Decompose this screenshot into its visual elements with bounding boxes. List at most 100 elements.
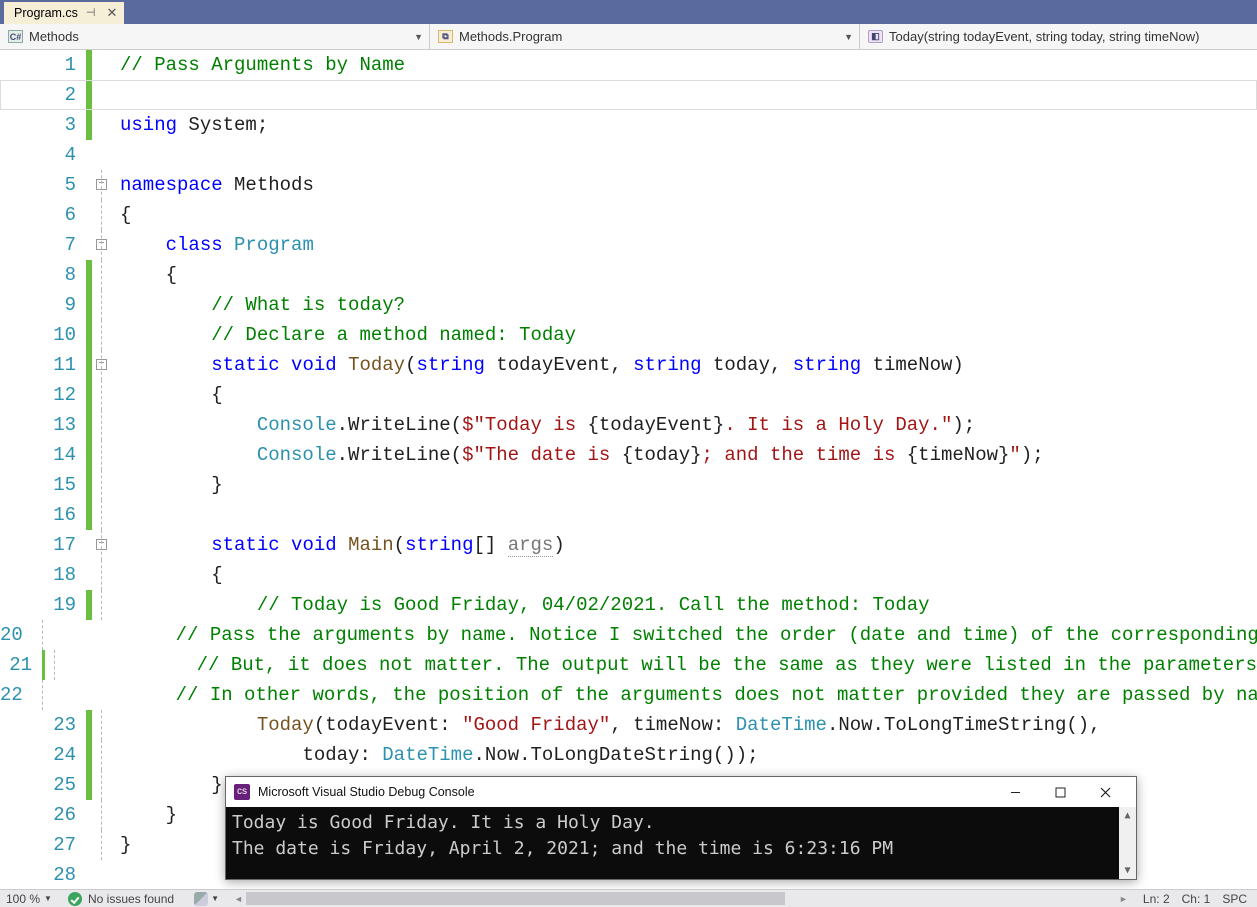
horizontal-scrollbar[interactable]: ◄ ► — [231, 891, 1131, 906]
console-vertical-scrollbar[interactable]: ▲ ▼ — [1119, 807, 1136, 879]
line-number: 2 — [0, 80, 86, 110]
line-number: 23 — [0, 710, 86, 740]
outline-margin — [92, 380, 114, 410]
outline-margin[interactable]: − — [92, 170, 114, 200]
code-line[interactable]: 5−namespace Methods — [0, 170, 1257, 200]
code-text[interactable]: } — [114, 470, 1257, 500]
outline-margin — [92, 770, 114, 800]
code-text[interactable]: Console.WriteLine($"Today is {todayEvent… — [114, 410, 1257, 440]
code-text[interactable]: class Program — [114, 230, 1257, 260]
scroll-right-arrow-icon[interactable]: ► — [1116, 894, 1131, 904]
insert-mode[interactable]: SPC — [1222, 892, 1247, 906]
code-text[interactable] — [114, 140, 1257, 170]
outline-margin — [92, 140, 114, 170]
outline-margin[interactable]: − — [92, 230, 114, 260]
code-line[interactable]: 21 // But, it does not matter. The outpu… — [0, 650, 1257, 680]
code-text[interactable]: static void Today(string todayEvent, str… — [114, 350, 1257, 380]
caret-char[interactable]: Ch: 1 — [1182, 892, 1211, 906]
code-line[interactable]: 1// Pass Arguments by Name — [0, 50, 1257, 80]
code-line[interactable]: 13 Console.WriteLine($"Today is {todayEv… — [0, 410, 1257, 440]
code-text[interactable]: Today(todayEvent: "Good Friday", timeNow… — [114, 710, 1257, 740]
error-list-summary[interactable]: No issues found — [58, 892, 184, 906]
code-line[interactable]: 2 — [0, 80, 1257, 110]
code-text[interactable]: // But, it does not matter. The output w… — [54, 650, 1257, 680]
scroll-up-arrow-icon[interactable]: ▲ — [1119, 807, 1136, 824]
scroll-left-arrow-icon[interactable]: ◄ — [231, 894, 246, 904]
pin-icon[interactable]: ⊣ — [86, 8, 96, 18]
code-text[interactable]: // Pass Arguments by Name — [114, 50, 1257, 80]
scroll-track[interactable] — [1119, 824, 1136, 862]
code-line[interactable]: 22 // In other words, the position of th… — [0, 680, 1257, 710]
line-number: 17 — [0, 530, 86, 560]
line-number: 27 — [0, 830, 86, 860]
code-text[interactable]: // Pass the arguments by name. Notice I … — [33, 620, 1257, 650]
nav-scope-dropdown[interactable]: C# Methods ▼ — [0, 24, 430, 49]
code-line[interactable]: 4 — [0, 140, 1257, 170]
code-text[interactable] — [114, 500, 1257, 530]
code-line[interactable]: 10 // Declare a method named: Today — [0, 320, 1257, 350]
line-number: 18 — [0, 560, 86, 590]
code-line[interactable]: 15 } — [0, 470, 1257, 500]
debug-console-titlebar[interactable]: cs Microsoft Visual Studio Debug Console — [226, 777, 1136, 807]
scrollbar-mode-dropdown[interactable]: ▼ — [184, 892, 229, 906]
nav-member-dropdown[interactable]: ◧ Today(string todayEvent, string today,… — [860, 24, 1257, 49]
code-line[interactable]: 17− static void Main(string[] args) — [0, 530, 1257, 560]
code-text[interactable]: Console.WriteLine($"The date is {today};… — [114, 440, 1257, 470]
nav-type-dropdown[interactable]: ⧉ Methods.Program ▼ — [430, 24, 860, 49]
code-line[interactable]: 3using System; — [0, 110, 1257, 140]
code-line[interactable]: 16 — [0, 500, 1257, 530]
code-line[interactable]: 7− class Program — [0, 230, 1257, 260]
code-text[interactable]: using System; — [114, 110, 1257, 140]
code-line[interactable]: 24 today: DateTime.Now.ToLongDateString(… — [0, 740, 1257, 770]
code-text[interactable]: static void Main(string[] args) — [114, 530, 1257, 560]
outline-margin[interactable]: − — [92, 530, 114, 560]
debug-console-output[interactable]: Today is Good Friday. It is a Holy Day. … — [226, 807, 1119, 879]
close-icon[interactable]: ✕ — [104, 5, 120, 21]
outline-margin — [92, 260, 114, 290]
code-text[interactable]: // Today is Good Friday, 04/02/2021. Cal… — [114, 590, 1257, 620]
code-text[interactable]: today: DateTime.Now.ToLongDateString()); — [114, 740, 1257, 770]
code-text[interactable]: // What is today? — [114, 290, 1257, 320]
navigation-bar: C# Methods ▼ ⧉ Methods.Program ▼ ◧ Today… — [0, 24, 1257, 50]
line-number: 9 — [0, 290, 86, 320]
code-text[interactable]: // In other words, the position of the a… — [33, 680, 1257, 710]
outline-margin — [92, 110, 114, 140]
scroll-down-arrow-icon[interactable]: ▼ — [1119, 862, 1136, 879]
code-text[interactable]: // Declare a method named: Today — [114, 320, 1257, 350]
code-line[interactable]: 18 { — [0, 560, 1257, 590]
debug-console-window[interactable]: cs Microsoft Visual Studio Debug Console… — [225, 776, 1137, 880]
line-number: 5 — [0, 170, 86, 200]
outline-margin[interactable]: − — [92, 350, 114, 380]
minimize-button[interactable] — [993, 778, 1038, 806]
maximize-button[interactable] — [1038, 778, 1083, 806]
code-text[interactable]: { — [114, 560, 1257, 590]
outline-margin — [92, 710, 114, 740]
caret-line[interactable]: Ln: 2 — [1143, 892, 1170, 906]
code-line[interactable]: 12 { — [0, 380, 1257, 410]
code-text[interactable]: { — [114, 380, 1257, 410]
close-button[interactable] — [1083, 778, 1128, 806]
code-text[interactable]: { — [114, 260, 1257, 290]
zoom-dropdown[interactable]: 100 % ▼ — [0, 892, 58, 906]
code-line[interactable]: 8 { — [0, 260, 1257, 290]
document-tab-active[interactable]: Program.cs ⊣ ✕ — [4, 2, 124, 24]
code-editor[interactable]: 1// Pass Arguments by Name23using System… — [0, 50, 1257, 889]
code-text[interactable] — [114, 80, 1257, 110]
chevron-down-icon: ▼ — [44, 894, 52, 903]
scroll-thumb[interactable] — [246, 892, 785, 905]
code-line[interactable]: 9 // What is today? — [0, 290, 1257, 320]
code-line[interactable]: 14 Console.WriteLine($"The date is {toda… — [0, 440, 1257, 470]
line-number: 28 — [0, 860, 86, 889]
code-line[interactable]: 19 // Today is Good Friday, 04/02/2021. … — [0, 590, 1257, 620]
zoom-value: 100 % — [6, 892, 40, 906]
code-line[interactable]: 20 // Pass the arguments by name. Notice… — [0, 620, 1257, 650]
line-number: 6 — [0, 200, 86, 230]
code-line[interactable]: 23 Today(todayEvent: "Good Friday", time… — [0, 710, 1257, 740]
console-app-icon: cs — [234, 784, 250, 800]
code-text[interactable]: namespace Methods — [114, 170, 1257, 200]
code-text[interactable]: { — [114, 200, 1257, 230]
code-line[interactable]: 11− static void Today(string todayEvent,… — [0, 350, 1257, 380]
scroll-track[interactable] — [246, 891, 1116, 906]
code-line[interactable]: 6{ — [0, 200, 1257, 230]
outline-margin — [92, 290, 114, 320]
